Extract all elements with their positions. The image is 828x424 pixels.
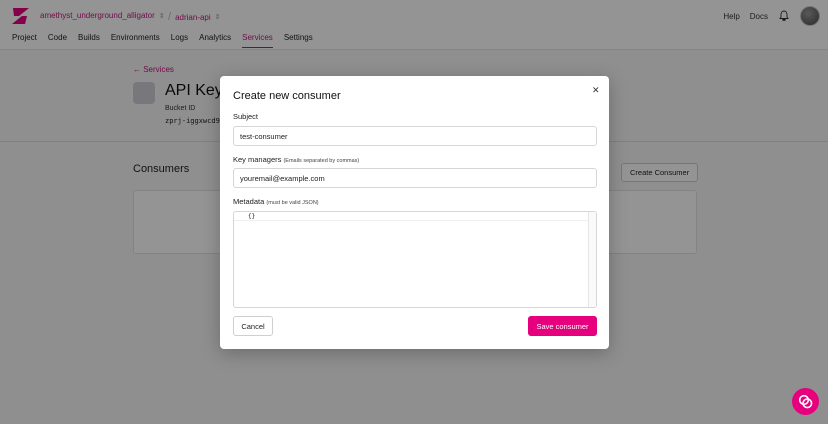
save-consumer-button[interactable]: Save consumer [528, 316, 597, 336]
key-managers-label-text: Key managers [233, 155, 282, 164]
create-consumer-dialog: Create new consumer ✕ Subject Key manage… [220, 76, 609, 349]
editor-active-line [234, 212, 588, 221]
metadata-editor-content: {} [248, 213, 256, 220]
key-managers-input[interactable] [233, 168, 597, 188]
chat-icon [798, 394, 813, 409]
subject-label: Subject [233, 112, 259, 121]
metadata-json-editor[interactable]: {} [233, 211, 597, 308]
dialog-title: Create new consumer [233, 90, 341, 102]
editor-scrollbar[interactable] [588, 212, 596, 307]
metadata-label: Metadata (must be valid JSON) [233, 197, 319, 206]
close-icon[interactable]: ✕ [592, 85, 600, 96]
key-managers-hint: (Emails separated by commas) [283, 158, 360, 164]
key-managers-label: Key managers (Emails separated by commas… [233, 155, 359, 164]
metadata-hint: (must be valid JSON) [266, 200, 319, 206]
chat-support-button[interactable] [792, 388, 819, 415]
metadata-label-text: Metadata [233, 197, 265, 206]
subject-input[interactable] [233, 126, 597, 146]
cancel-button[interactable]: Cancel [233, 316, 273, 336]
